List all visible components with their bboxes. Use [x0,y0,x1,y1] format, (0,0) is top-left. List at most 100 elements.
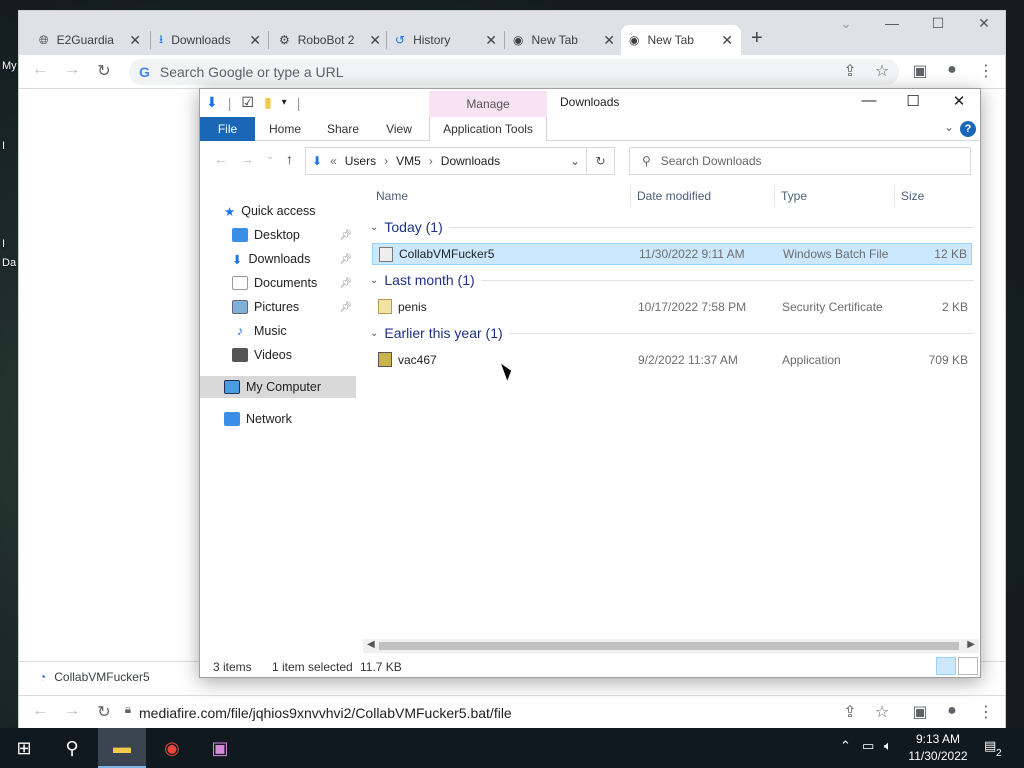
column-date-modified[interactable]: Date modified [637,189,711,203]
side-panel-icon[interactable]: ▣ [909,61,931,81]
tab-share[interactable]: Share [318,117,368,141]
nav-pictures[interactable]: Pictures 📌︎ [232,296,356,318]
desktop-icon-label[interactable]: I [2,238,5,250]
forward-arrow-icon[interactable]: → [240,151,254,167]
close-icon[interactable]: ✕ [369,32,381,49]
horizontal-scrollbar[interactable]: ◀ ▶ [363,639,979,653]
tab-robobot[interactable]: ⚙ RoboBot 2 ✕ [271,25,389,55]
share-icon[interactable]: ⇪ [839,702,861,722]
close-button[interactable]: ✕ [936,92,982,110]
maximize-button[interactable]: ☐ [890,92,936,110]
forward-button[interactable]: → [61,61,83,79]
nav-quick-access[interactable]: ★ Quick access [224,200,380,222]
menu-icon[interactable]: ⋮ [975,61,997,81]
tab-file[interactable]: File [200,117,255,141]
folder-icon[interactable]: ▮ [264,94,272,111]
group-header[interactable]: ⌄ Earlier this year (1) [370,325,974,341]
breadcrumb-users[interactable]: Users [345,154,376,168]
back-arrow-icon[interactable]: ← [214,151,228,167]
group-header[interactable]: ⌄ Today (1) [370,219,974,235]
clock[interactable]: 9:13 AM 11/30/2022 [898,731,978,765]
reload-button[interactable]: ↻ [93,702,115,722]
notifications-icon[interactable]: ▤ [984,738,996,754]
qat-dropdown-icon[interactable]: ▾ [282,97,287,108]
scroll-left-icon[interactable]: ◀ [367,639,375,650]
nav-videos[interactable]: Videos [232,344,356,366]
desktop-icon-label[interactable]: I [2,140,5,152]
chevron-right-icon[interactable]: › [384,154,388,168]
search-box[interactable]: ⚲ Search Downloads [629,147,971,175]
details-view-button[interactable] [936,657,956,675]
tab-downloads[interactable]: ⭳ Downloads ✕ [151,25,269,55]
profile-avatar[interactable]: ● [941,702,963,720]
tab-application-tools[interactable]: Application Tools [429,117,547,141]
close-icon[interactable]: ✕ [129,32,141,49]
reload-button[interactable]: ↻ [93,61,115,81]
new-tab-button[interactable]: + [751,27,763,50]
search-icon[interactable]: ⚲ [48,728,96,768]
url-text[interactable]: mediafire.com/file/jqhios9xnvvhvi2/Colla… [139,705,512,721]
bookmark-star-icon[interactable]: ☆ [871,61,893,81]
close-icon[interactable]: ✕ [249,32,261,49]
column-type[interactable]: Type [781,189,807,203]
manage-context-tab[interactable]: Manage [429,91,547,117]
profile-avatar[interactable]: ● [941,61,963,79]
large-icons-view-button[interactable] [958,657,978,675]
address-bar[interactable]: ⬇ « Users › VM5 › Downloads ⌄ [305,147,587,175]
nav-my-computer[interactable]: My Computer [200,376,356,398]
file-row[interactable]: vac467 9/2/2022 11:37 AM Application 709… [372,349,972,371]
group-header[interactable]: ⌄ Last month (1) [370,272,974,288]
minimize-button[interactable]: — [869,15,915,31]
nav-music[interactable]: ♪ Music [232,320,356,342]
network-tray-icon[interactable]: ▭ [862,738,874,754]
side-panel-icon[interactable]: ▣ [909,702,931,722]
tab-view[interactable]: View [374,117,424,141]
chevron-down-icon[interactable]: ⌄ [570,154,580,168]
close-icon[interactable]: ✕ [721,32,733,49]
desktop-icon-label[interactable]: My [2,60,17,72]
chevron-down-icon[interactable]: ⌄ [823,15,869,32]
up-arrow-icon[interactable]: ↑ [286,151,293,167]
breadcrumb-vm5[interactable]: VM5 [396,154,421,168]
scrollbar-thumb[interactable] [379,642,959,650]
refresh-button[interactable]: ↻ [587,147,615,175]
close-button[interactable]: ✕ [961,15,1007,32]
nav-documents[interactable]: Documents 📌︎ [232,272,356,294]
menu-icon[interactable]: ⋮ [975,702,997,722]
tab-new-tab-active[interactable]: ◉ New Tab ✕ [621,25,741,55]
nav-network[interactable]: Network [224,408,380,430]
column-name[interactable]: Name [376,189,408,203]
omnibox[interactable]: G Search Google or type a URL [129,59,899,85]
help-icon[interactable]: ? [960,121,976,137]
maximize-button[interactable]: ☐ [915,15,961,32]
file-row[interactable]: CollabVMFucker5 11/30/2022 9:11 AM Windo… [372,243,972,265]
properties-icon[interactable]: ☑ [241,94,254,111]
scroll-right-icon[interactable]: ▶ [967,639,975,650]
file-row[interactable]: penis 10/17/2022 7:58 PM Security Certif… [372,296,972,318]
back-button[interactable]: ← [29,702,51,720]
nav-downloads[interactable]: ⬇ Downloads 📌︎ [232,248,356,270]
app-icon[interactable]: ▣ [196,728,244,768]
column-size[interactable]: Size [901,189,924,203]
desktop-icon-label[interactable]: Da [2,257,16,269]
chevron-up-icon[interactable]: ⌃ [840,738,851,754]
close-icon[interactable]: ✕ [485,32,497,49]
tab-home[interactable]: Home [260,117,310,141]
back-button[interactable]: ← [29,61,51,79]
recent-locations-icon[interactable]: ⌄ [266,151,274,162]
expand-ribbon-icon[interactable]: ⌄ [944,120,954,134]
forward-button[interactable]: → [61,702,83,720]
volume-icon[interactable]: 🔈︎ [884,738,892,754]
start-button[interactable]: ⊞ [0,728,48,768]
nav-desktop[interactable]: Desktop 📌︎ [232,224,356,246]
chevron-right-icon[interactable]: › [429,154,433,168]
chrome-icon[interactable]: ◉ [148,728,196,768]
breadcrumb-overflow[interactable]: « [330,154,337,168]
file-explorer-icon[interactable]: ▬ [98,728,146,768]
download-item[interactable]: ◔ CollabVMFucker5 [39,670,150,684]
tab-history[interactable]: ↺ History ✕ [387,25,505,55]
share-icon[interactable]: ⇪ [839,61,861,81]
tab-new-tab[interactable]: ◉ New Tab ✕ [505,25,623,55]
bookmark-star-icon[interactable]: ☆ [871,702,893,722]
minimize-button[interactable]: — [846,92,892,109]
